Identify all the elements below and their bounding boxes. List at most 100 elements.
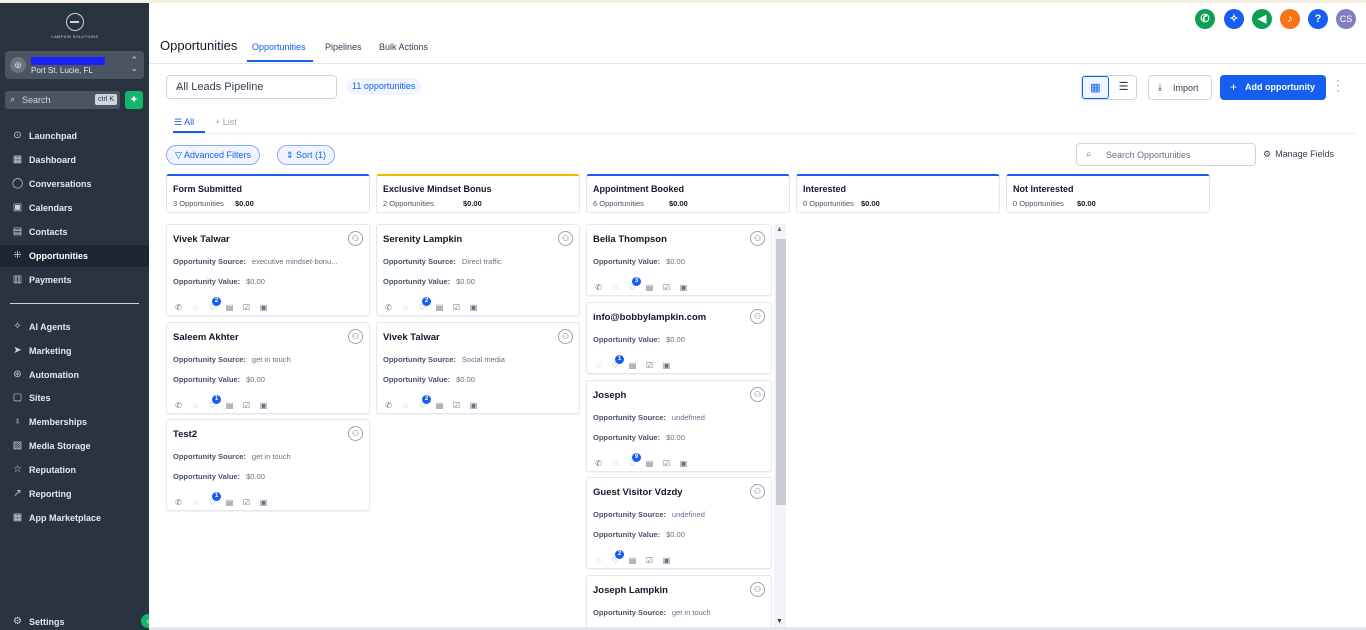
sidebar-item-sites[interactable]: ▢ Sites xyxy=(0,387,149,409)
message-icon[interactable]: ◌ xyxy=(400,302,411,313)
task-icon[interactable]: ☑ xyxy=(241,400,252,411)
opportunity-card[interactable]: Bella Thompson ⚇ Opportunity Value: $0.00 ✆ ◌… xyxy=(586,224,772,296)
company-logo[interactable]: LAMPKIN SOLUTIONS xyxy=(51,13,99,43)
opportunity-card[interactable]: Joseph ⚇ Opportunity Source: undefined Oppor… xyxy=(586,380,772,472)
calendar-icon[interactable]: ▣ xyxy=(678,282,689,293)
import-button[interactable]: ⤓ Import xyxy=(1148,75,1212,100)
message-icon[interactable]: ◌ xyxy=(610,282,621,293)
sidebar-item-settings[interactable]: ⚙ Settings xyxy=(0,611,149,630)
list-view-button[interactable]: ☰ xyxy=(1110,76,1136,99)
scrollbar-thumb[interactable] xyxy=(776,239,786,505)
add-opportunity-button[interactable]: + Add opportunity xyxy=(1220,75,1326,100)
assign-user-icon[interactable]: ⚇ xyxy=(348,329,363,344)
more-options-icon[interactable]: · · · xyxy=(1335,76,1341,97)
phone-icon[interactable]: ✆ xyxy=(173,400,184,411)
sidebar-item-contacts[interactable]: ▤ Contacts xyxy=(0,221,149,243)
phone-icon[interactable]: ✆ xyxy=(593,458,604,469)
calendar-icon[interactable]: ▣ xyxy=(468,302,479,313)
calendar-icon[interactable]: ▣ xyxy=(661,360,672,371)
sidebar-item-calendars[interactable]: ▣ Calendars xyxy=(0,197,149,219)
calendar-icon[interactable]: ▣ xyxy=(468,400,479,411)
message-icon[interactable]: ◌ xyxy=(400,400,411,411)
tab-pipelines[interactable]: Pipelines xyxy=(325,42,362,52)
opportunity-card[interactable]: Vivek Talwar ⚇ Opportunity Source: Social m… xyxy=(376,322,580,414)
document-icon[interactable]: ▤ xyxy=(434,400,445,411)
opportunity-card[interactable]: Serenity Lampkin ⚇ Opportunity Source: Dire… xyxy=(376,224,580,316)
assign-user-icon[interactable]: ⚇ xyxy=(750,309,765,324)
assign-user-icon[interactable]: ⚇ xyxy=(348,426,363,441)
assign-user-icon[interactable]: ⚇ xyxy=(750,484,765,499)
task-icon[interactable]: ☑ xyxy=(661,458,672,469)
sidebar-item-automation[interactable]: ⊛ Automation xyxy=(0,364,149,386)
task-icon[interactable]: ☑ xyxy=(451,302,462,313)
calendar-icon[interactable]: ▣ xyxy=(258,302,269,313)
phone-icon[interactable]: ✆ xyxy=(383,302,394,313)
phone-icon[interactable]: ✆ xyxy=(173,302,184,313)
document-icon[interactable]: ▤ xyxy=(627,360,638,371)
search-opportunities-input[interactable]: ⌕ Search Opportunities xyxy=(1076,143,1256,166)
tab-bulk-actions[interactable]: Bulk Actions xyxy=(379,42,428,52)
assign-user-icon[interactable]: ⚇ xyxy=(750,231,765,246)
opportunity-card[interactable]: Guest Visitor Vdzdy ⚇ Opportunity Source: u… xyxy=(586,477,772,569)
phone-icon[interactable]: ✆ xyxy=(1195,9,1215,29)
announcement-icon[interactable]: ◀ xyxy=(1252,9,1272,29)
document-icon[interactable]: ▤ xyxy=(434,302,445,313)
sidebar-item-memberships[interactable]: ♁ Memberships xyxy=(0,411,149,433)
column-scrollbar[interactable]: ▲ ▼ xyxy=(774,224,786,627)
document-icon[interactable]: ▤ xyxy=(644,458,655,469)
message-icon[interactable]: ◌ xyxy=(190,400,201,411)
document-icon[interactable]: ▤ xyxy=(224,497,235,508)
message-icon[interactable]: ◌ xyxy=(593,555,604,566)
sidebar-item-opportunities[interactable]: ⁜ Opportunities xyxy=(0,245,149,267)
account-switcher[interactable]: ⊚ Port St. Lucie, FL ⌃ ⌄ xyxy=(5,51,144,79)
manage-fields-button[interactable]: ⚙ Manage Fields xyxy=(1263,149,1334,160)
calendar-icon[interactable]: ▣ xyxy=(258,497,269,508)
quick-action-button[interactable]: ✦ xyxy=(125,91,143,109)
pipeline-select[interactable]: All Leads Pipeline ⌄ xyxy=(166,75,337,99)
task-icon[interactable]: ☑ xyxy=(644,555,655,566)
sidebar-search-input[interactable]: ⌕ Search ctrl K xyxy=(5,91,120,109)
opportunity-card[interactable]: Saleem Akhter ⚇ Opportunity Source: get in … xyxy=(166,322,370,414)
advanced-filters-button[interactable]: ▽ Advanced Filters xyxy=(166,145,260,165)
sidebar-item-media-storage[interactable]: ▧ Media Storage xyxy=(0,435,149,457)
magic-wand-icon[interactable]: ✧ xyxy=(1224,9,1244,29)
sidebar-item-payments[interactable]: ▥ Payments xyxy=(0,269,149,291)
sidebar-item-conversations[interactable]: ◯ Conversations xyxy=(0,173,149,195)
assign-user-icon[interactable]: ⚇ xyxy=(750,387,765,402)
task-icon[interactable]: ☑ xyxy=(661,282,672,293)
opportunity-card[interactable]: Test2 ⚇ Opportunity Source: get in touch Opp… xyxy=(166,419,370,511)
user-avatar[interactable]: CS xyxy=(1336,9,1356,29)
phone-icon[interactable]: ✆ xyxy=(383,400,394,411)
task-icon[interactable]: ☑ xyxy=(241,497,252,508)
calendar-icon[interactable]: ▣ xyxy=(258,400,269,411)
task-icon[interactable]: ☑ xyxy=(241,302,252,313)
assign-user-icon[interactable]: ⚇ xyxy=(558,329,573,344)
sidebar-item-ai-agents[interactable]: ✧ AI Agents xyxy=(0,316,149,338)
sidebar-item-marketing[interactable]: ➤ Marketing xyxy=(0,340,149,362)
opportunity-card[interactable]: Vivek Talwar ⚇ Opportunity Source: executiv… xyxy=(166,224,370,316)
tab-opportunities[interactable]: Opportunities xyxy=(252,42,306,52)
message-icon[interactable]: ◌ xyxy=(610,458,621,469)
sidebar-item-reporting[interactable]: ↗ Reporting xyxy=(0,483,149,505)
document-icon[interactable]: ▤ xyxy=(627,555,638,566)
assign-user-icon[interactable]: ⚇ xyxy=(558,231,573,246)
task-icon[interactable]: ☑ xyxy=(451,400,462,411)
message-icon[interactable]: ◌ xyxy=(190,497,201,508)
sidebar-item-launchpad[interactable]: ⊙ Launchpad xyxy=(0,125,149,147)
message-icon[interactable]: ◌ xyxy=(190,302,201,313)
assign-user-icon[interactable]: ⚇ xyxy=(348,231,363,246)
task-icon[interactable]: ☑ xyxy=(644,360,655,371)
opportunity-card[interactable]: info@bobbylampkin.com ⚇ Opportunity Value:… xyxy=(586,302,772,374)
subtab-list[interactable]: + List xyxy=(215,117,237,127)
document-icon[interactable]: ▤ xyxy=(644,282,655,293)
sidebar-item-app-marketplace[interactable]: ▦ App Marketplace xyxy=(0,507,149,529)
phone-icon[interactable]: ✆ xyxy=(173,497,184,508)
message-icon[interactable]: ◌ xyxy=(593,360,604,371)
sidebar-item-reputation[interactable]: ☆ Reputation xyxy=(0,459,149,481)
sidebar-item-dashboard[interactable]: ▦ Dashboard xyxy=(0,149,149,171)
document-icon[interactable]: ▤ xyxy=(224,400,235,411)
phone-icon[interactable]: ✆ xyxy=(593,282,604,293)
sort-button[interactable]: ⇕ Sort (1) xyxy=(277,145,336,165)
scroll-up-arrow[interactable]: ▲ xyxy=(776,226,783,233)
help-icon[interactable]: ? xyxy=(1308,9,1328,29)
